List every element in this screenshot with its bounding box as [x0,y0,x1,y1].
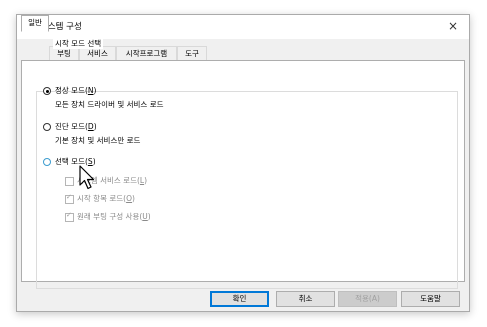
close-button[interactable]: × [439,15,467,37]
check-icon: ✓ [66,193,72,201]
selective-startup-radio[interactable] [43,158,51,166]
tab-general[interactable]: 일반 [21,15,49,32]
help-button[interactable]: 도움말 [401,291,460,307]
check-icon: ✓ [66,211,72,219]
title-bar: 시스템 구성 × [17,15,469,39]
use-original-boot-config-label: 원래 부팅 구성 사용(U) [77,212,151,221]
startup-selection-group [36,91,458,289]
diagnostic-startup-label[interactable]: 진단 모드(D) [55,121,97,132]
tab-tools[interactable]: 도구 [177,46,207,60]
use-original-boot-config-checkbox[interactable]: ✓ [65,211,74,222]
mouse-pointer-icon [79,165,95,190]
normal-startup-label[interactable]: 정상 모드(N) [55,85,96,96]
load-startup-items-label: 시작 항목 로드(O) [77,194,135,203]
close-icon: × [447,19,459,33]
normal-startup-radio[interactable] [43,87,51,95]
group-legend: 시작 모드 선택 [53,38,104,49]
diagnostic-startup-radio[interactable] [43,123,51,131]
load-startup-items-checkbox[interactable]: ✓ [65,193,74,204]
system-config-window: 시스템 구성 × 일반 부팅 서비스 시작프로그램 도구 시작 모드 선택 정상… [16,14,470,312]
tab-startup[interactable]: 시작프로그램 [116,46,177,60]
diagnostic-startup-desc: 기본 장치 및 서비스만 로드 [55,136,141,145]
apply-button[interactable]: 적용(A) [338,291,397,307]
load-system-services-checkbox[interactable] [65,177,74,186]
normal-startup-desc: 모든 장치 드라이버 및 서비스 로드 [55,100,164,109]
ok-button[interactable]: 확인 [210,291,269,307]
cancel-button[interactable]: 취소 [276,291,335,307]
